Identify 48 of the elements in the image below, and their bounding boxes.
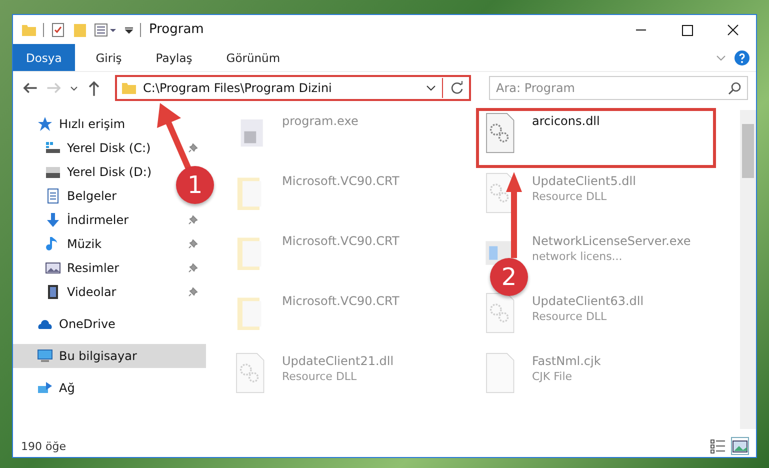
drive-icon (45, 164, 61, 180)
search-icon[interactable] (727, 80, 743, 96)
pin-icon[interactable] (188, 239, 198, 249)
file-type: Resource DLL (282, 370, 358, 383)
search-field[interactable]: Ara: Program (489, 76, 748, 100)
ribbon-tab[interactable]: Paylaş (142, 44, 206, 71)
sidebar-item[interactable]: Hızlı erişim (13, 112, 206, 136)
sidebar-item[interactable]: Resimler (13, 256, 124, 280)
sidebar-item[interactable]: Bu bilgisayar (13, 344, 206, 368)
sidebar-item[interactable]: İndirmeler (13, 208, 133, 232)
network-icon (37, 380, 53, 396)
help-icon[interactable] (734, 50, 750, 66)
file-type: Resource DLL (532, 310, 608, 323)
item-count: 190 öğe (21, 440, 66, 452)
window-title: Program (149, 22, 204, 37)
drive-icon (45, 140, 61, 156)
sidebar-item[interactable]: Videolar (13, 280, 120, 304)
star-icon (37, 116, 53, 132)
tiles-view-icon[interactable] (732, 438, 748, 454)
picture-icon (45, 260, 61, 276)
pin-icon[interactable] (188, 215, 198, 225)
document-icon (45, 188, 61, 204)
file-type: CJK File (532, 370, 574, 383)
ribbon-tab[interactable]: Görünüm (213, 44, 294, 71)
properties-icon[interactable] (50, 22, 66, 38)
customize-arrow-icon[interactable] (124, 24, 134, 34)
sidebar-item[interactable]: Ağ (13, 376, 206, 400)
address-bar[interactable]: C:\Program Files\Program Dizini (115, 75, 471, 101)
sidebar-item[interactable]: OneDrive (13, 312, 206, 336)
ribbon-tab[interactable]: Giriş (82, 44, 135, 71)
sidebar-item[interactable]: Belgeler (13, 184, 121, 208)
monitor-icon (37, 348, 53, 364)
sidebar-item[interactable]: Yerel Disk (D:) (13, 160, 156, 184)
download-arrow-icon (45, 212, 61, 228)
file-type: Resource DLL (532, 190, 608, 203)
sidebar-item[interactable]: Müzik (13, 232, 106, 256)
pin-icon[interactable] (188, 263, 198, 273)
sidebar-item[interactable]: Yerel Disk (C:) (13, 136, 155, 160)
pin-icon[interactable] (188, 143, 198, 153)
film-icon (45, 284, 61, 300)
pin-icon[interactable] (188, 287, 198, 297)
file-name[interactable]: arcicons.dll (532, 114, 600, 128)
details-view-icon[interactable] (710, 438, 726, 454)
list-dropdown-icon[interactable] (94, 22, 118, 38)
scrollbar[interactable] (740, 110, 756, 429)
ribbon-tab[interactable]: Dosya (13, 44, 75, 71)
chevron-icon[interactable] (716, 52, 726, 62)
file-type: network licens... (532, 250, 624, 263)
